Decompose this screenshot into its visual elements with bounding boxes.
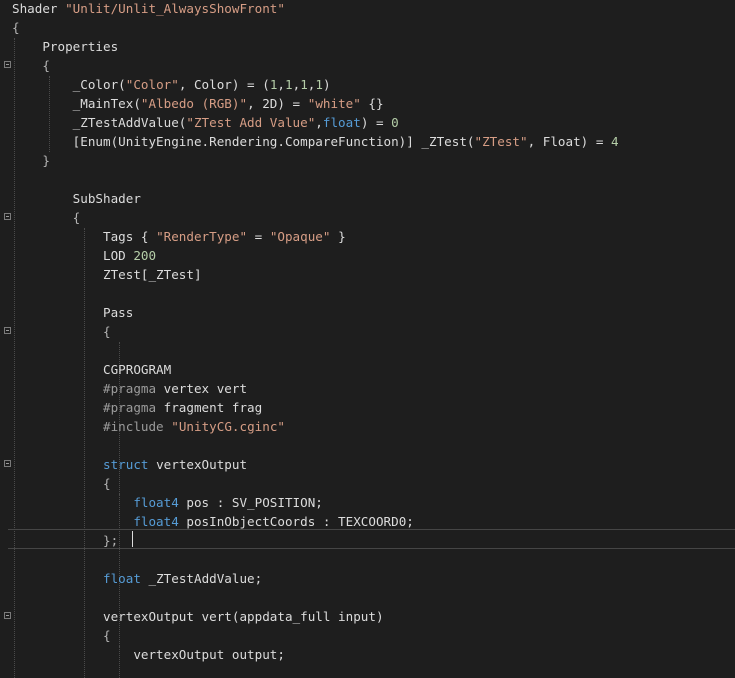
code-token: vertexOutput <box>148 457 248 472</box>
fold-toggle-icon[interactable] <box>4 61 11 68</box>
code-token: _Color( <box>12 77 126 92</box>
code-line[interactable]: vertexOutput vert(appdata_full input) <box>12 607 384 626</box>
fold-toggle-icon[interactable] <box>4 460 11 467</box>
code-token: float <box>12 571 141 586</box>
code-line[interactable]: SubShader <box>12 189 141 208</box>
code-line[interactable]: Shader "Unlit/Unlit_AlwaysShowFront" <box>12 0 285 18</box>
code-token: , <box>315 115 323 130</box>
code-line[interactable]: { <box>12 208 81 227</box>
code-token: float <box>322 115 361 130</box>
code-line[interactable]: Properties <box>12 37 118 56</box>
code-token: "ZTest Add Value" <box>186 115 316 130</box>
code-token: { <box>12 58 50 73</box>
code-token: { <box>12 210 81 225</box>
code-token: = <box>247 229 270 244</box>
code-line[interactable]: #pragma vertex vert <box>12 379 247 398</box>
code-line[interactable]: { <box>12 322 111 341</box>
code-line[interactable]: float4 pos : SV_POSITION; <box>12 493 323 512</box>
code-token: 1 <box>285 77 293 92</box>
code-token: { <box>12 20 20 35</box>
code-token: "Unlit/Unlit_AlwaysShowFront" <box>65 1 285 16</box>
code-token: [Enum(UnityEngine.Rendering.CompareFunct… <box>12 134 475 149</box>
code-line[interactable]: } <box>12 151 50 170</box>
code-token: Shader <box>12 1 66 16</box>
code-line[interactable]: _Color("Color", Color) = (1,1,1,1) <box>12 75 331 94</box>
code-token: "UnityCG.cginc" <box>171 419 285 434</box>
fold-toggle-icon[interactable] <box>4 612 11 619</box>
code-token: 0 <box>391 115 399 130</box>
code-line[interactable]: vertexOutput output; <box>12 645 285 664</box>
code-token: _ZTestAddValue; <box>140 571 263 586</box>
code-token: vertexOutput output; <box>12 647 285 662</box>
code-token: 4 <box>611 134 619 149</box>
code-line[interactable]: { <box>12 18 20 37</box>
code-token: ZTest[_ZTest] <box>12 267 202 282</box>
code-token: Tags { <box>12 229 157 244</box>
code-token: , 2D) = <box>247 96 308 111</box>
code-token: { <box>12 628 111 643</box>
code-token: 1 <box>315 77 323 92</box>
code-token: _ZTestAddValue( <box>12 115 187 130</box>
code-token: Pass <box>12 305 134 320</box>
code-token: #include <box>12 419 164 434</box>
code-token: #pragma <box>12 400 157 415</box>
code-token: "RenderType" <box>156 229 248 244</box>
code-line[interactable]: ZTest[_ZTest] <box>12 265 202 284</box>
code-line[interactable]: { <box>12 474 111 493</box>
code-line[interactable]: { <box>12 626 111 645</box>
code-token: { <box>12 324 111 339</box>
code-token: { <box>12 476 111 491</box>
code-line[interactable]: [Enum(UnityEngine.Rendering.CompareFunct… <box>12 132 619 151</box>
code-token: ) = <box>360 115 392 130</box>
code-token: CGPROGRAM <box>12 362 172 377</box>
code-token: fragment frag <box>156 400 263 415</box>
code-token: "Albedo (RGB)" <box>140 96 248 111</box>
code-token: , <box>277 77 285 92</box>
code-line[interactable]: _MainTex("Albedo (RGB)", 2D) = "white" {… <box>12 94 384 113</box>
code-token: "ZTest" <box>474 134 528 149</box>
code-line[interactable]: #pragma fragment frag <box>12 398 262 417</box>
code-token: 200 <box>133 248 157 263</box>
code-token: Properties <box>12 39 119 54</box>
code-token: }; <box>12 533 119 548</box>
code-line[interactable]: LOD 200 <box>12 246 156 265</box>
code-token: _MainTex( <box>12 96 141 111</box>
code-token: "Opaque" <box>269 229 331 244</box>
code-token: "Color" <box>125 77 179 92</box>
code-token: LOD <box>12 248 134 263</box>
code-token: pos : SV_POSITION; <box>178 495 323 510</box>
code-token: #pragma <box>12 381 157 396</box>
code-token: ) <box>322 77 331 92</box>
code-line[interactable]: _ZTestAddValue("ZTest Add Value",float) … <box>12 113 399 132</box>
code-token: struct <box>12 457 149 472</box>
code-token: } <box>12 153 50 168</box>
code-line[interactable]: CGPROGRAM <box>12 360 171 379</box>
code-token: float4 <box>12 495 179 510</box>
fold-toggle-icon[interactable] <box>4 327 11 334</box>
code-line[interactable]: Pass <box>12 303 133 322</box>
code-line[interactable]: }; <box>12 531 118 550</box>
code-line[interactable]: Tags { "RenderType" = "Opaque" } <box>12 227 346 246</box>
code-line[interactable]: #include "UnityCG.cginc" <box>12 417 285 436</box>
code-token: {} <box>360 96 384 111</box>
code-token: SubShader <box>12 191 141 206</box>
code-line[interactable]: float _ZTestAddValue; <box>12 569 262 588</box>
code-token: , Float) = <box>527 134 611 149</box>
code-line[interactable]: struct vertexOutput <box>12 455 247 474</box>
fold-toggle-icon[interactable] <box>4 213 11 220</box>
code-line[interactable]: { <box>12 56 50 75</box>
code-line[interactable]: float4 posInObjectCoords : TEXCOORD0; <box>12 512 414 531</box>
code-token: vertex vert <box>156 381 248 396</box>
code-token: posInObjectCoords : TEXCOORD0; <box>178 514 414 529</box>
text-caret <box>132 531 133 547</box>
code-token: float4 <box>12 514 179 529</box>
code-token: } <box>330 229 346 244</box>
code-token: vertexOutput vert(appdata_full input) <box>12 609 384 624</box>
code-token: 1 <box>300 77 308 92</box>
code-editor[interactable]: Shader "Unlit/Unlit_AlwaysShowFront" { Pr… <box>0 0 735 678</box>
code-token: "white" <box>307 96 361 111</box>
code-token: , Color) = ( <box>178 77 270 92</box>
